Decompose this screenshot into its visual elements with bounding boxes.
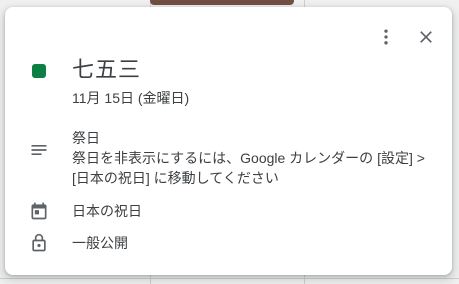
more-options-button[interactable] (368, 19, 404, 55)
description-line: 祭日 (72, 130, 100, 146)
description-line: 祭日を非表示にするには、Google カレンダーの [設定] > (72, 150, 425, 166)
event-description: 祭日 祭日を非表示にするには、Google カレンダーの [設定] > [日本の… (72, 128, 425, 188)
notes-icon (31, 145, 46, 155)
calendar-color-swatch (31, 64, 46, 78)
event-visibility: 一般公開 (72, 235, 128, 251)
lock-icon (31, 233, 46, 252)
event-details-popup: 七五三 11月 15日 (金曜日) 祭日 祭日を非表示にするには、Google … (5, 7, 452, 275)
calendar-icon (31, 202, 46, 220)
event-calendar-name: 日本の祝日 (72, 203, 142, 219)
event-title: 七五三 (72, 57, 142, 82)
close-icon (420, 31, 432, 43)
event-calendar-row: 日本の祝日 (5, 201, 452, 221)
event-date: 11月 15日 (金曜日) (72, 90, 190, 106)
event-title-row: 七五三 11月 15日 (金曜日) (5, 56, 452, 108)
description-line: [日本の祝日] に移動してください (72, 170, 279, 186)
close-button[interactable] (408, 19, 444, 55)
popup-toolbar (368, 19, 444, 55)
event-description-row: 祭日 祭日を非表示にするには、Google カレンダーの [設定] > [日本の… (5, 128, 452, 188)
event-visibility-row: 一般公開 (5, 233, 452, 253)
more-vert-icon (384, 29, 388, 45)
